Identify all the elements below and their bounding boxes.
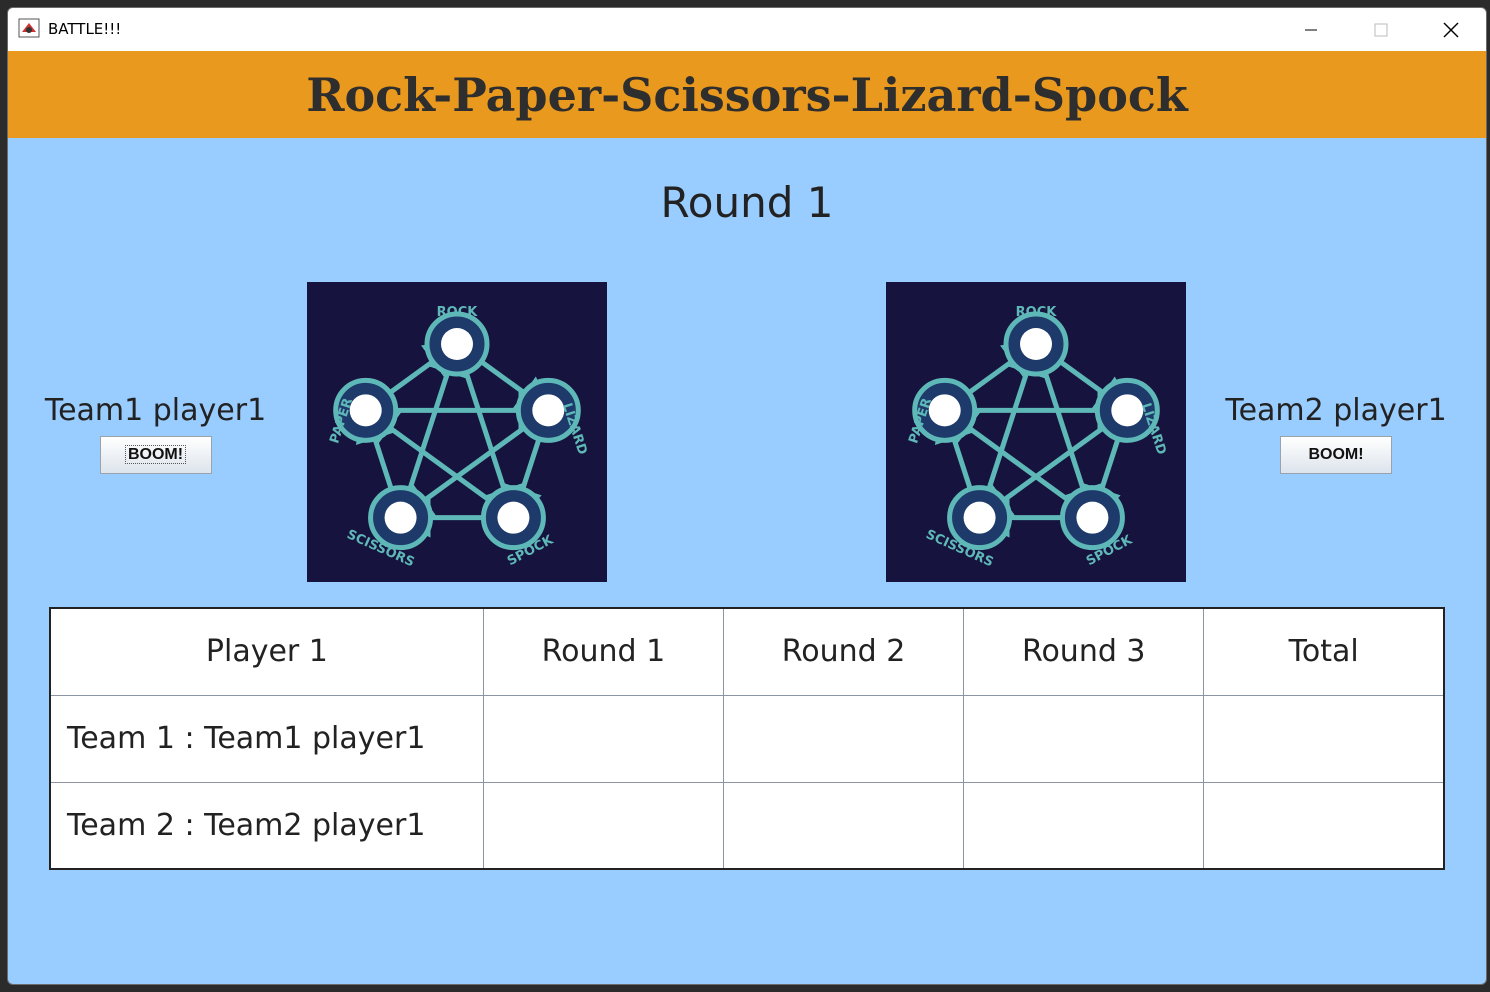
rpsls-diagram: ROCKLIZARDSPOCKSCISSORSPAPER [327, 305, 589, 570]
header-round-1: Round 1 [482, 607, 724, 696]
table-row: Team 1 : Team1 player1 [49, 694, 1445, 783]
score-table: Player 1 Round 1 Round 2 Round 3 Total T… [49, 607, 1445, 870]
maximize-icon [1374, 23, 1388, 36]
hand-icon [497, 501, 530, 534]
table-row: Team 2 : Team2 player1 [49, 781, 1445, 870]
header-player: Player 1 [49, 607, 484, 696]
diagram-label: ROCK [437, 305, 479, 320]
hand-icon [963, 501, 996, 534]
header-round-2: Round 2 [722, 607, 965, 696]
title-bar[interactable]: BATTLE!!! [8, 8, 1486, 51]
right-player-name: Team2 player1 [1225, 393, 1447, 428]
right-rpsls-diagram-image: ROCK LIZARD SPOCK SCISSORS PAPER [886, 282, 1186, 582]
diagram-label: ROCK [1016, 305, 1058, 320]
hand-icon [1111, 394, 1144, 427]
rpsls-diagram: ROCKLIZARDSPOCKSCISSORSPAPER [906, 305, 1168, 570]
cell-total [1203, 781, 1445, 870]
hand-icon [441, 328, 473, 360]
game-title: Rock-Paper-Scissors-Lizard-Spock [306, 67, 1188, 122]
table-header-row: Player 1 Round 1 Round 2 Round 3 Total [49, 607, 1445, 696]
cell-round-2 [722, 694, 965, 783]
hand-icon [1076, 501, 1109, 534]
cell-round-1 [482, 694, 724, 783]
left-player-panel: Team1 player1 BOOM! [28, 393, 283, 474]
header-banner: Rock-Paper-Scissors-Lizard-Spock [8, 51, 1486, 138]
cell-round-3 [963, 781, 1205, 870]
right-boom-label: BOOM! [1308, 446, 1364, 463]
hand-icon [532, 394, 565, 427]
hand-icon [928, 394, 961, 427]
left-boom-label: BOOM! [124, 445, 187, 464]
close-button[interactable] [1418, 8, 1484, 51]
cell-round-1 [482, 781, 724, 870]
close-icon [1443, 22, 1459, 37]
header-round-3: Round 3 [963, 607, 1205, 696]
right-boom-button[interactable]: BOOM! [1280, 436, 1392, 474]
minimize-button[interactable] [1278, 8, 1344, 51]
hand-icon [1020, 328, 1052, 360]
app-window: BATTLE!!! Rock-Paper-Scissors-Lizard-Spo… [7, 7, 1487, 985]
cell-total [1203, 694, 1445, 783]
left-rpsls-diagram-image: ROCK LIZARD SPOCK SCISSORS PAPER [307, 282, 607, 582]
hand-icon [349, 394, 382, 427]
minimize-icon [1305, 29, 1317, 30]
left-player-name: Team1 player1 [44, 393, 267, 428]
header-total: Total [1203, 607, 1445, 696]
java-app-icon [18, 18, 40, 38]
row-player-name: Team 1 : Team1 player1 [49, 694, 484, 783]
cell-round-3 [963, 694, 1205, 783]
cell-round-2 [722, 781, 965, 870]
window-title: BATTLE!!! [48, 20, 122, 38]
hand-icon [384, 501, 417, 534]
row-player-name: Team 2 : Team2 player1 [49, 781, 484, 870]
maximize-button[interactable] [1348, 8, 1414, 51]
round-label: Round 1 [660, 178, 834, 227]
left-boom-button[interactable]: BOOM! [99, 436, 212, 474]
right-player-panel: Team2 player1 BOOM! [1206, 393, 1466, 474]
